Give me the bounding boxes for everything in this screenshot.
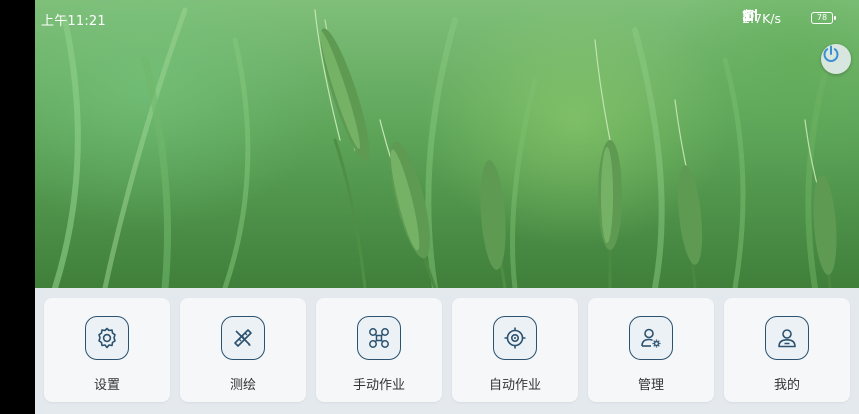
- menu-label-manual-operation: 手动作业: [352, 378, 405, 393]
- menu-label-settings: 设置: [93, 378, 120, 393]
- menu-item-survey[interactable]: 测绘: [180, 298, 306, 402]
- menu-label-profile: 我的: [773, 378, 800, 393]
- menu-label-survey: 测绘: [229, 378, 256, 393]
- ruler-pencil-icon: [221, 316, 265, 360]
- menu-item-manual-operation[interactable]: 手动作业: [316, 298, 442, 402]
- menu-item-profile[interactable]: 我的: [724, 298, 850, 402]
- app-screen: 上午11:21 2.7K/s 78 设置 测绘 手动作业 自动作业 管理 我的: [35, 0, 859, 414]
- wheat-field-banner: 上午11:21 2.7K/s 78: [35, 0, 859, 288]
- power-icon: [823, 45, 839, 62]
- status-indicators: 2.7K/s 78: [742, 9, 836, 27]
- gear-icon: [85, 316, 129, 360]
- menu-item-settings[interactable]: 设置: [44, 298, 170, 402]
- menu-item-auto-operation[interactable]: 自动作业: [452, 298, 578, 402]
- menu-item-management[interactable]: 管理: [588, 298, 714, 402]
- drone-icon: [357, 316, 401, 360]
- menu-label-management: 管理: [637, 378, 664, 393]
- battery-icon: 78: [811, 12, 836, 24]
- user-icon: [765, 316, 809, 360]
- status-bar: 上午11:21 2.7K/s 78: [35, 0, 859, 36]
- power-button[interactable]: [821, 44, 851, 74]
- main-menu: 设置 测绘 手动作业 自动作业 管理 我的: [35, 288, 859, 414]
- target-icon: [493, 316, 537, 360]
- menu-label-auto-operation: 自动作业: [488, 378, 541, 393]
- user-gear-icon: [629, 316, 673, 360]
- status-time: 上午11:21: [41, 14, 106, 29]
- wheat-illustration: [52, 7, 838, 288]
